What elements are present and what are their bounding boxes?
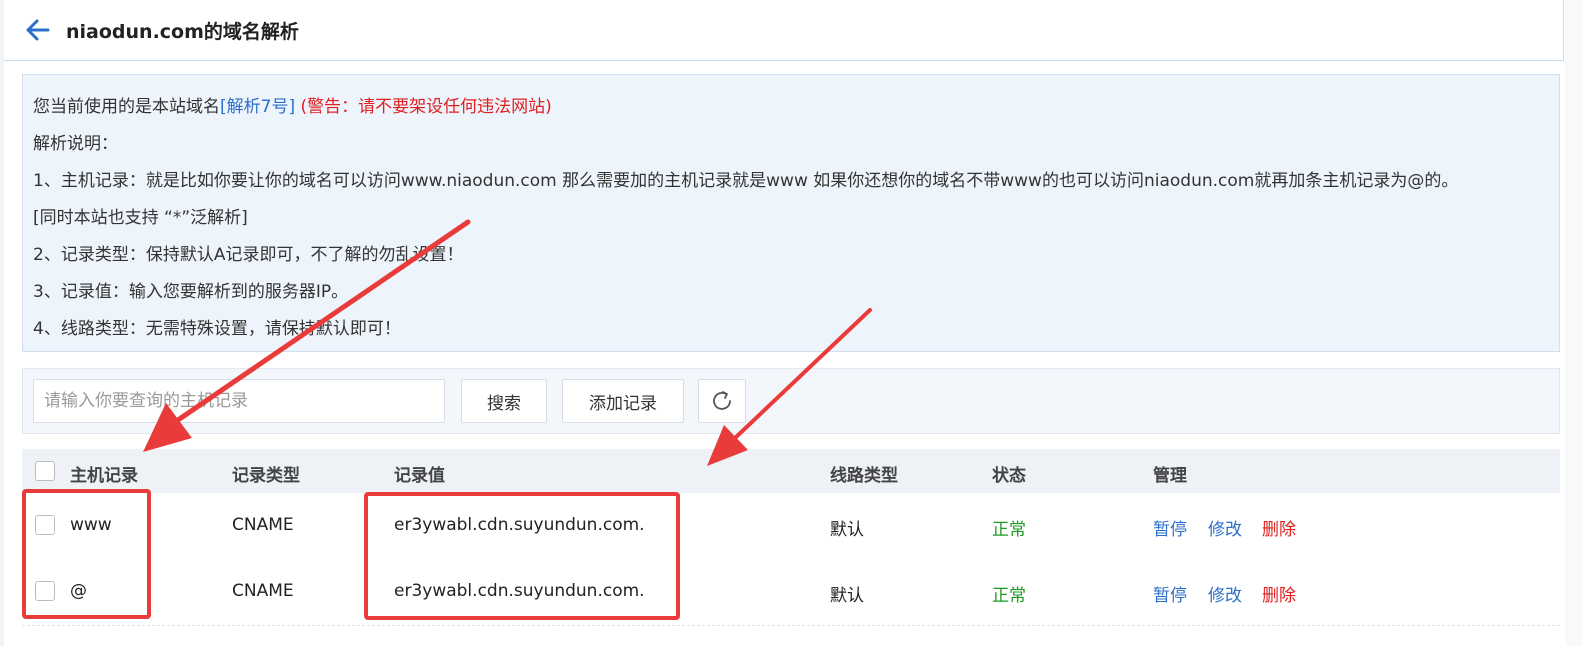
- notice-heading: 解析说明：: [33, 134, 118, 154]
- value-cell: er3ywabl.cdn.suyundun.com.: [394, 515, 645, 535]
- refresh-icon: [713, 391, 731, 410]
- delete-link[interactable]: 删除: [1262, 581, 1296, 606]
- col-host: 主机记录: [70, 466, 138, 486]
- pause-link[interactable]: 暂停: [1153, 581, 1187, 606]
- left-edge: [0, 0, 4, 646]
- status-cell: 正常: [992, 520, 1026, 540]
- notice-item-value: 3、记录值：输入您要解析到的服务器IP。: [33, 282, 349, 302]
- notice-item-line: 4、线路类型：无需特殊设置，请保持默认即可！: [33, 319, 401, 339]
- scrollbar-track[interactable]: [1565, 0, 1583, 646]
- row-checkbox[interactable]: [35, 581, 55, 601]
- col-line: 线路类型: [830, 466, 898, 486]
- notice-item-wildcard: [同时本站也支持 “*”泛解析]: [33, 208, 248, 228]
- col-type: 记录类型: [232, 466, 300, 486]
- col-actions: 管理: [1153, 466, 1187, 486]
- notice-text: 您当前使用的是本站域名: [33, 97, 220, 117]
- top-header: niaodun.com的域名解析: [4, 0, 1564, 61]
- col-value: 记录值: [394, 466, 445, 486]
- notice-item-host: 1、主机记录：就是比如你要让你的域名可以访问www.niaodun.com 那么…: [33, 171, 1459, 191]
- line-cell: 默认: [830, 586, 864, 606]
- delete-link[interactable]: 删除: [1262, 515, 1296, 540]
- value-cell: er3ywabl.cdn.suyundun.com.: [394, 581, 645, 601]
- pause-link[interactable]: 暂停: [1153, 515, 1187, 540]
- type-cell: CNAME: [232, 515, 294, 535]
- refresh-button[interactable]: [698, 379, 746, 423]
- warning-text: (警告：请不要架设任何违法网站): [300, 97, 552, 117]
- search-input[interactable]: [33, 379, 445, 423]
- type-cell: CNAME: [232, 581, 294, 601]
- add-record-button[interactable]: 添加记录: [562, 379, 684, 423]
- table-row: www CNAME er3ywabl.cdn.suyundun.com. 默认 …: [22, 493, 1560, 560]
- toolbar: 搜索 添加记录: [22, 368, 1560, 434]
- notice-item-type: 2、记录类型：保持默认A记录即可，不了解的勿乱设置！: [33, 245, 464, 265]
- line-cell: 默认: [830, 520, 864, 540]
- arrow-left-icon[interactable]: [24, 16, 52, 44]
- edit-link[interactable]: 修改: [1208, 515, 1242, 540]
- page-title: niaodun.com的域名解析: [66, 21, 299, 43]
- host-cell: www: [70, 515, 112, 535]
- table-header: 主机记录 记录类型 记录值 线路类型 状态 管理: [22, 449, 1560, 494]
- col-status: 状态: [992, 466, 1026, 486]
- notice-panel: 您当前使用的是本站域名[解析7号] (警告：请不要架设任何违法网站) 解析说明：…: [22, 74, 1560, 352]
- host-cell: @: [70, 581, 87, 601]
- select-all-checkbox[interactable]: [35, 461, 55, 481]
- edit-link[interactable]: 修改: [1208, 581, 1242, 606]
- row-checkbox[interactable]: [35, 515, 55, 535]
- notice-line-domain: 您当前使用的是本站域名[解析7号] (警告：请不要架设任何违法网站): [33, 92, 552, 117]
- resolver-link[interactable]: [解析7号]: [220, 97, 295, 117]
- table-row: @ CNAME er3ywabl.cdn.suyundun.com. 默认 正常…: [22, 559, 1560, 626]
- search-button[interactable]: 搜索: [461, 379, 547, 423]
- status-cell: 正常: [992, 586, 1026, 606]
